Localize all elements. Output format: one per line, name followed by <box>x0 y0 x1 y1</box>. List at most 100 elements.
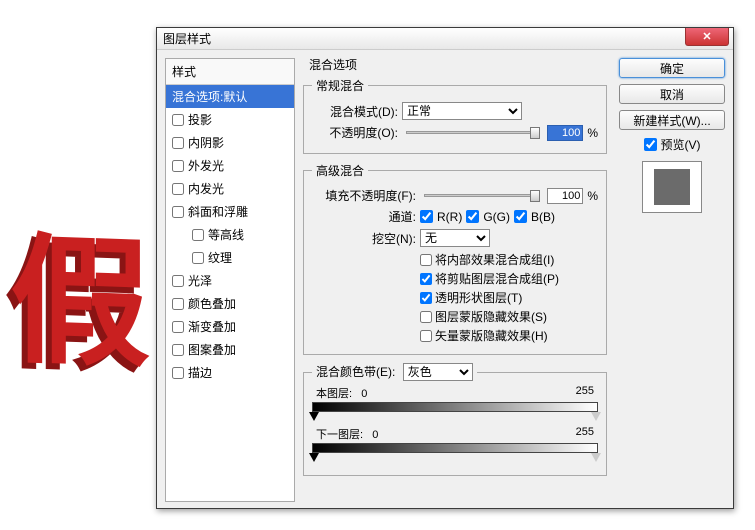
blend-if-group: 混合颜色带(E): 灰色 本图层: 0 255 下一图层: 0 255 <box>303 363 607 476</box>
blend-mode-label: 混合模式(D): <box>312 103 398 120</box>
blend-if-select[interactable]: 灰色 <box>403 363 473 381</box>
ok-button[interactable]: 确定 <box>619 58 725 78</box>
channel-g-checkbox[interactable] <box>466 210 479 223</box>
style-label: 混合选项:默认 <box>172 88 247 105</box>
option-label: 将内部效果混合成组(I) <box>435 251 554 268</box>
tri-white-icon[interactable] <box>591 412 601 421</box>
style-checkbox[interactable] <box>172 137 184 149</box>
tri-white-icon[interactable] <box>591 453 601 462</box>
fill-opacity-input[interactable] <box>547 188 583 204</box>
under-hi: 255 <box>576 426 594 442</box>
style-item[interactable]: 图案叠加 <box>166 338 294 361</box>
style-label: 斜面和浮雕 <box>188 203 248 220</box>
style-item[interactable]: 颜色叠加 <box>166 292 294 315</box>
preview-label: 预览(V) <box>661 136 701 153</box>
style-checkbox[interactable] <box>192 229 204 241</box>
option-checkbox[interactable] <box>420 311 432 323</box>
option-checkbox[interactable] <box>420 292 432 304</box>
style-item[interactable]: 混合选项:默认 <box>166 85 294 108</box>
under-layer-gradient[interactable] <box>312 443 598 453</box>
style-checkbox[interactable] <box>172 344 184 356</box>
panel-title: 混合选项 <box>309 56 607 73</box>
style-label: 内阴影 <box>188 134 224 151</box>
style-item[interactable]: 内阴影 <box>166 131 294 154</box>
channel-r-checkbox[interactable] <box>420 210 433 223</box>
advanced-legend: 高级混合 <box>312 162 368 179</box>
style-checkbox[interactable] <box>172 183 184 195</box>
advanced-blend-group: 高级混合 填充不透明度(F): % 通道: R(R) G(G) B(B) 挖空(… <box>303 162 607 355</box>
right-panel: 确定 取消 新建样式(W)... 预览(V) <box>619 58 725 213</box>
style-label: 图案叠加 <box>188 341 236 358</box>
slider-thumb[interactable] <box>530 190 540 202</box>
channel-r-label: R(R) <box>437 210 462 224</box>
blend-if-legend: 混合颜色带(E): 灰色 <box>312 363 477 381</box>
tri-black-icon[interactable] <box>309 412 319 421</box>
style-label: 等高线 <box>208 226 244 243</box>
style-item[interactable]: 描边 <box>166 361 294 384</box>
opacity-label: 不透明度(O): <box>312 124 398 141</box>
style-item[interactable]: 光泽 <box>166 269 294 292</box>
style-item[interactable]: 渐变叠加 <box>166 315 294 338</box>
knockout-select[interactable]: 无 <box>420 229 490 247</box>
style-checkbox[interactable] <box>172 275 184 287</box>
percent-label: % <box>587 189 598 203</box>
preview-swatch-box <box>642 161 702 213</box>
style-checkbox[interactable] <box>172 206 184 218</box>
style-checkbox[interactable] <box>172 114 184 126</box>
style-checkbox[interactable] <box>192 252 204 264</box>
option-checkbox[interactable] <box>420 254 432 266</box>
this-layer-gradient[interactable] <box>312 402 598 412</box>
new-style-button[interactable]: 新建样式(W)... <box>619 110 725 130</box>
cancel-button[interactable]: 取消 <box>619 84 725 104</box>
option-checkbox[interactable] <box>420 273 432 285</box>
style-label: 内发光 <box>188 180 224 197</box>
this-layer-label: 本图层: <box>316 388 352 400</box>
close-icon: ✕ <box>702 30 711 43</box>
style-checkbox[interactable] <box>172 160 184 172</box>
percent-label: % <box>587 126 598 140</box>
style-item[interactable]: 纹理 <box>166 246 294 269</box>
style-label: 纹理 <box>208 249 232 266</box>
preview-checkbox[interactable] <box>644 138 657 151</box>
titlebar[interactable]: 图层样式 ✕ <box>157 28 733 50</box>
style-label: 投影 <box>188 111 212 128</box>
style-checkbox[interactable] <box>172 298 184 310</box>
layer-style-dialog: 图层样式 ✕ 样式 混合选项:默认投影内阴影外发光内发光斜面和浮雕等高线纹理光泽… <box>156 27 734 509</box>
option-checkbox[interactable] <box>420 330 432 342</box>
style-item[interactable]: 投影 <box>166 108 294 131</box>
background-text: 假 <box>10 188 138 394</box>
option-label: 透明形状图层(T) <box>435 289 522 306</box>
blend-options-panel: 混合选项 常规混合 混合模式(D): 正常 不透明度(O): % 高级混合 填充… <box>303 54 607 506</box>
style-item[interactable]: 内发光 <box>166 177 294 200</box>
opacity-input[interactable] <box>547 125 583 141</box>
advanced-option: 透明形状图层(T) <box>420 289 598 306</box>
style-checkbox[interactable] <box>172 321 184 333</box>
opacity-slider[interactable] <box>406 131 539 134</box>
dialog-title: 图层样式 <box>163 30 211 47</box>
option-label: 将剪贴图层混合成组(P) <box>435 270 559 287</box>
close-button[interactable]: ✕ <box>685 28 729 46</box>
style-item[interactable]: 斜面和浮雕 <box>166 200 294 223</box>
slider-thumb[interactable] <box>530 127 540 139</box>
this-hi: 255 <box>576 385 594 401</box>
advanced-option: 矢量蒙版隐藏效果(H) <box>420 327 598 344</box>
styles-header: 样式 <box>166 59 294 85</box>
channel-b-checkbox[interactable] <box>514 210 527 223</box>
style-label: 外发光 <box>188 157 224 174</box>
style-label: 渐变叠加 <box>188 318 236 335</box>
option-label: 图层蒙版隐藏效果(S) <box>435 308 547 325</box>
style-label: 描边 <box>188 364 212 381</box>
advanced-option: 将内部效果混合成组(I) <box>420 251 598 268</box>
under-lo: 0 <box>372 429 378 441</box>
fill-slider[interactable] <box>424 194 539 197</box>
style-checkbox[interactable] <box>172 367 184 379</box>
style-item[interactable]: 外发光 <box>166 154 294 177</box>
blend-mode-select[interactable]: 正常 <box>402 102 522 120</box>
tri-black-icon[interactable] <box>309 453 319 462</box>
style-item[interactable]: 等高线 <box>166 223 294 246</box>
under-layer-label: 下一图层: <box>316 429 363 441</box>
style-label: 光泽 <box>188 272 212 289</box>
fill-opacity-label: 填充不透明度(F): <box>312 187 416 204</box>
channel-b-label: B(B) <box>531 210 555 224</box>
style-label: 颜色叠加 <box>188 295 236 312</box>
